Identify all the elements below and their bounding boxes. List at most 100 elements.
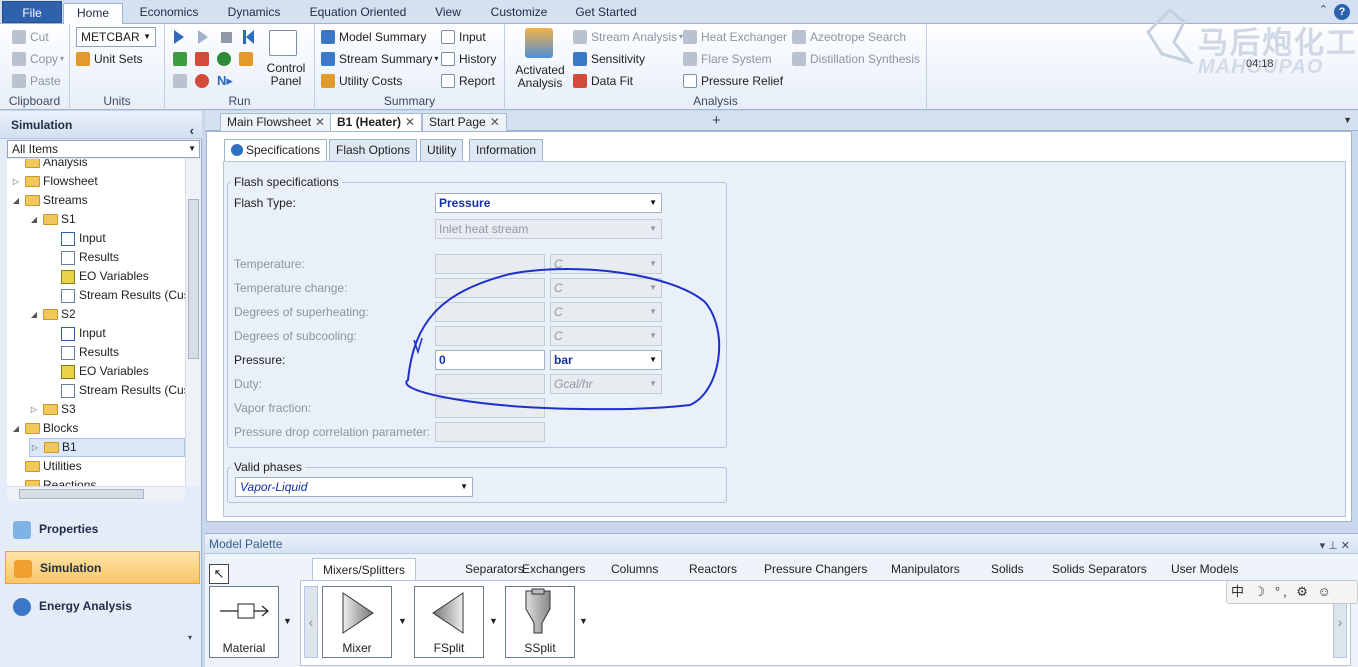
paste-button[interactable]: Paste: [12, 72, 61, 90]
tree-node[interactable]: EO Variables: [47, 267, 149, 286]
tab-file[interactable]: File: [2, 1, 62, 23]
expand-toggle-icon[interactable]: ▷: [29, 400, 39, 419]
palette-item-fsplit[interactable]: FSplit: [414, 586, 484, 658]
palette-item-ssplit[interactable]: SSplit: [505, 586, 575, 658]
palette-tab[interactable]: Exchangers: [512, 558, 595, 580]
tree-node[interactable]: ▷ S3: [29, 400, 76, 419]
ssplit-dropdown-icon[interactable]: ▼: [579, 616, 588, 626]
stop-icon[interactable]: [221, 32, 232, 46]
palette-tab[interactable]: Mixers/Splitters: [312, 558, 417, 580]
edit-input-icon[interactable]: [195, 52, 209, 66]
unit-set-select[interactable]: METCBAR ▼: [76, 27, 156, 47]
tree-node[interactable]: Analysis: [11, 159, 88, 172]
close-icon[interactable]: ✕: [315, 115, 325, 129]
nav-button-simulation[interactable]: Simulation: [5, 551, 200, 584]
tree-node[interactable]: Utilities: [11, 457, 82, 476]
doc-tab-b1-heater[interactable]: B1 (Heater) ✕: [330, 113, 423, 131]
activated-analysis-icon[interactable]: [525, 28, 553, 58]
palette-tab[interactable]: User Models: [1161, 558, 1248, 580]
tree-vertical-scrollbar[interactable]: [185, 159, 200, 486]
flash-type-2-select[interactable]: Inlet heat stream ▼: [435, 219, 662, 239]
tab-economics[interactable]: Economics: [132, 3, 206, 24]
run-icon[interactable]: [174, 30, 184, 47]
pointer-tool-icon[interactable]: ↖: [209, 564, 229, 584]
history-button[interactable]: History: [441, 50, 496, 68]
expand-toggle-icon[interactable]: ▷: [11, 172, 21, 191]
tree-node[interactable]: Stream Results (Cus: [47, 381, 185, 400]
expand-toggle-icon[interactable]: ▷: [30, 438, 40, 457]
palette-tab[interactable]: Solids: [981, 558, 1034, 580]
fsplit-dropdown-icon[interactable]: ▼: [489, 616, 498, 626]
tree-node[interactable]: EO Variables: [47, 362, 149, 381]
unit-sets-button[interactable]: Unit Sets: [76, 50, 143, 68]
azeotrope-search-button[interactable]: Azeotrope Search: [792, 28, 906, 46]
nav-more-icon[interactable]: ▾: [188, 633, 192, 642]
tree-horizontal-scrollbar[interactable]: [7, 486, 185, 501]
step-icon[interactable]: [198, 30, 208, 47]
sensitivity-button[interactable]: Sensitivity: [573, 50, 645, 68]
close-icon[interactable]: ✕: [490, 115, 500, 129]
shield-icon[interactable]: [217, 52, 231, 66]
data-fit-button[interactable]: Data Fit: [573, 72, 633, 90]
tree-node[interactable]: Input: [47, 229, 106, 248]
tree-node[interactable]: ▷ B1: [29, 438, 185, 457]
palette-tab[interactable]: Pressure Changers: [754, 558, 877, 580]
expand-toggle-icon[interactable]: ◢: [29, 305, 39, 324]
next-icon[interactable]: N▸: [217, 73, 233, 89]
tab-get-started[interactable]: Get Started: [570, 3, 642, 24]
doc-tab-start-page[interactable]: Start Page ✕: [422, 113, 507, 131]
mixer-dropdown-icon[interactable]: ▼: [398, 616, 407, 626]
tools-icon[interactable]: [173, 74, 187, 88]
scrollbar-thumb[interactable]: [188, 199, 199, 359]
lifebuoy-icon[interactable]: [195, 74, 209, 88]
palette-tab[interactable]: Columns: [601, 558, 668, 580]
palette-tab[interactable]: Solids Separators: [1042, 558, 1157, 580]
flash-type-select[interactable]: Pressure ▼: [435, 193, 662, 213]
add-tab-icon[interactable]: +: [712, 112, 721, 129]
activated-analysis-button[interactable]: Activated Analysis: [507, 64, 573, 90]
tab-view[interactable]: View: [428, 3, 468, 24]
expand-toggle-icon[interactable]: ◢: [11, 419, 21, 438]
tree-node[interactable]: Stream Results (Cus: [47, 286, 185, 305]
material-dropdown-icon[interactable]: ▼: [283, 616, 292, 626]
tab-customize[interactable]: Customize: [484, 3, 554, 24]
palette-tab[interactable]: Manipulators: [881, 558, 970, 580]
palette-item-material[interactable]: Material: [209, 586, 279, 658]
nav-button-energy-analysis[interactable]: Energy Analysis: [5, 590, 200, 623]
doc-tab-main-flowsheet[interactable]: Main Flowsheet ✕: [220, 113, 333, 131]
distillation-synthesis-button[interactable]: Distillation Synthesis: [792, 50, 920, 68]
expand-toggle-icon[interactable]: ◢: [29, 210, 39, 229]
tree-node[interactable]: ◢ S2: [29, 305, 76, 324]
utility-costs-button[interactable]: Utility Costs: [321, 72, 402, 90]
ime-toolbar[interactable]: 中 ☽ °, ⚙ ☺: [1226, 580, 1358, 604]
pressure-relief-button[interactable]: Pressure Relief: [683, 72, 783, 90]
tree-node[interactable]: ◢ Blocks: [11, 419, 78, 438]
tree-node[interactable]: ▷ Flowsheet: [11, 172, 98, 191]
palette-tab[interactable]: Reactors: [679, 558, 747, 580]
input-button[interactable]: Input: [441, 28, 486, 46]
tab-flash-options[interactable]: Flash Options: [329, 139, 418, 161]
tree-node[interactable]: Results: [47, 343, 119, 362]
tree-node[interactable]: Reactions: [11, 476, 96, 486]
cut-button[interactable]: Cut: [12, 28, 49, 46]
report-button[interactable]: Report: [441, 72, 495, 90]
spec-value-input[interactable]: [435, 422, 545, 442]
expand-toggle-icon[interactable]: ◢: [11, 191, 21, 210]
heat-exchanger-button[interactable]: Heat Exchanger: [683, 28, 787, 46]
scroll-left-icon[interactable]: ‹: [304, 586, 318, 658]
model-summary-button[interactable]: Model Summary: [321, 28, 426, 46]
tab-information[interactable]: Information: [469, 139, 544, 161]
tab-list-icon[interactable]: ▼: [1343, 115, 1352, 125]
scrollbar-thumb[interactable]: [19, 489, 144, 499]
copy-button[interactable]: Copy ▾: [12, 50, 64, 68]
tab-home[interactable]: Home: [63, 3, 123, 25]
palette-item-mixer[interactable]: Mixer: [322, 586, 392, 658]
stream-analysis-button[interactable]: Stream Analysis ▾: [573, 28, 683, 46]
reset-icon[interactable]: [243, 30, 255, 44]
close-icon[interactable]: ✕: [405, 115, 415, 129]
stream-summary-button[interactable]: Stream Summary ▾: [321, 50, 438, 68]
tab-specifications[interactable]: Specifications: [224, 139, 328, 162]
valid-phases-select[interactable]: Vapor-Liquid ▼: [235, 477, 473, 497]
tree-node[interactable]: Results: [47, 248, 119, 267]
nav-button-properties[interactable]: Properties: [5, 513, 200, 546]
